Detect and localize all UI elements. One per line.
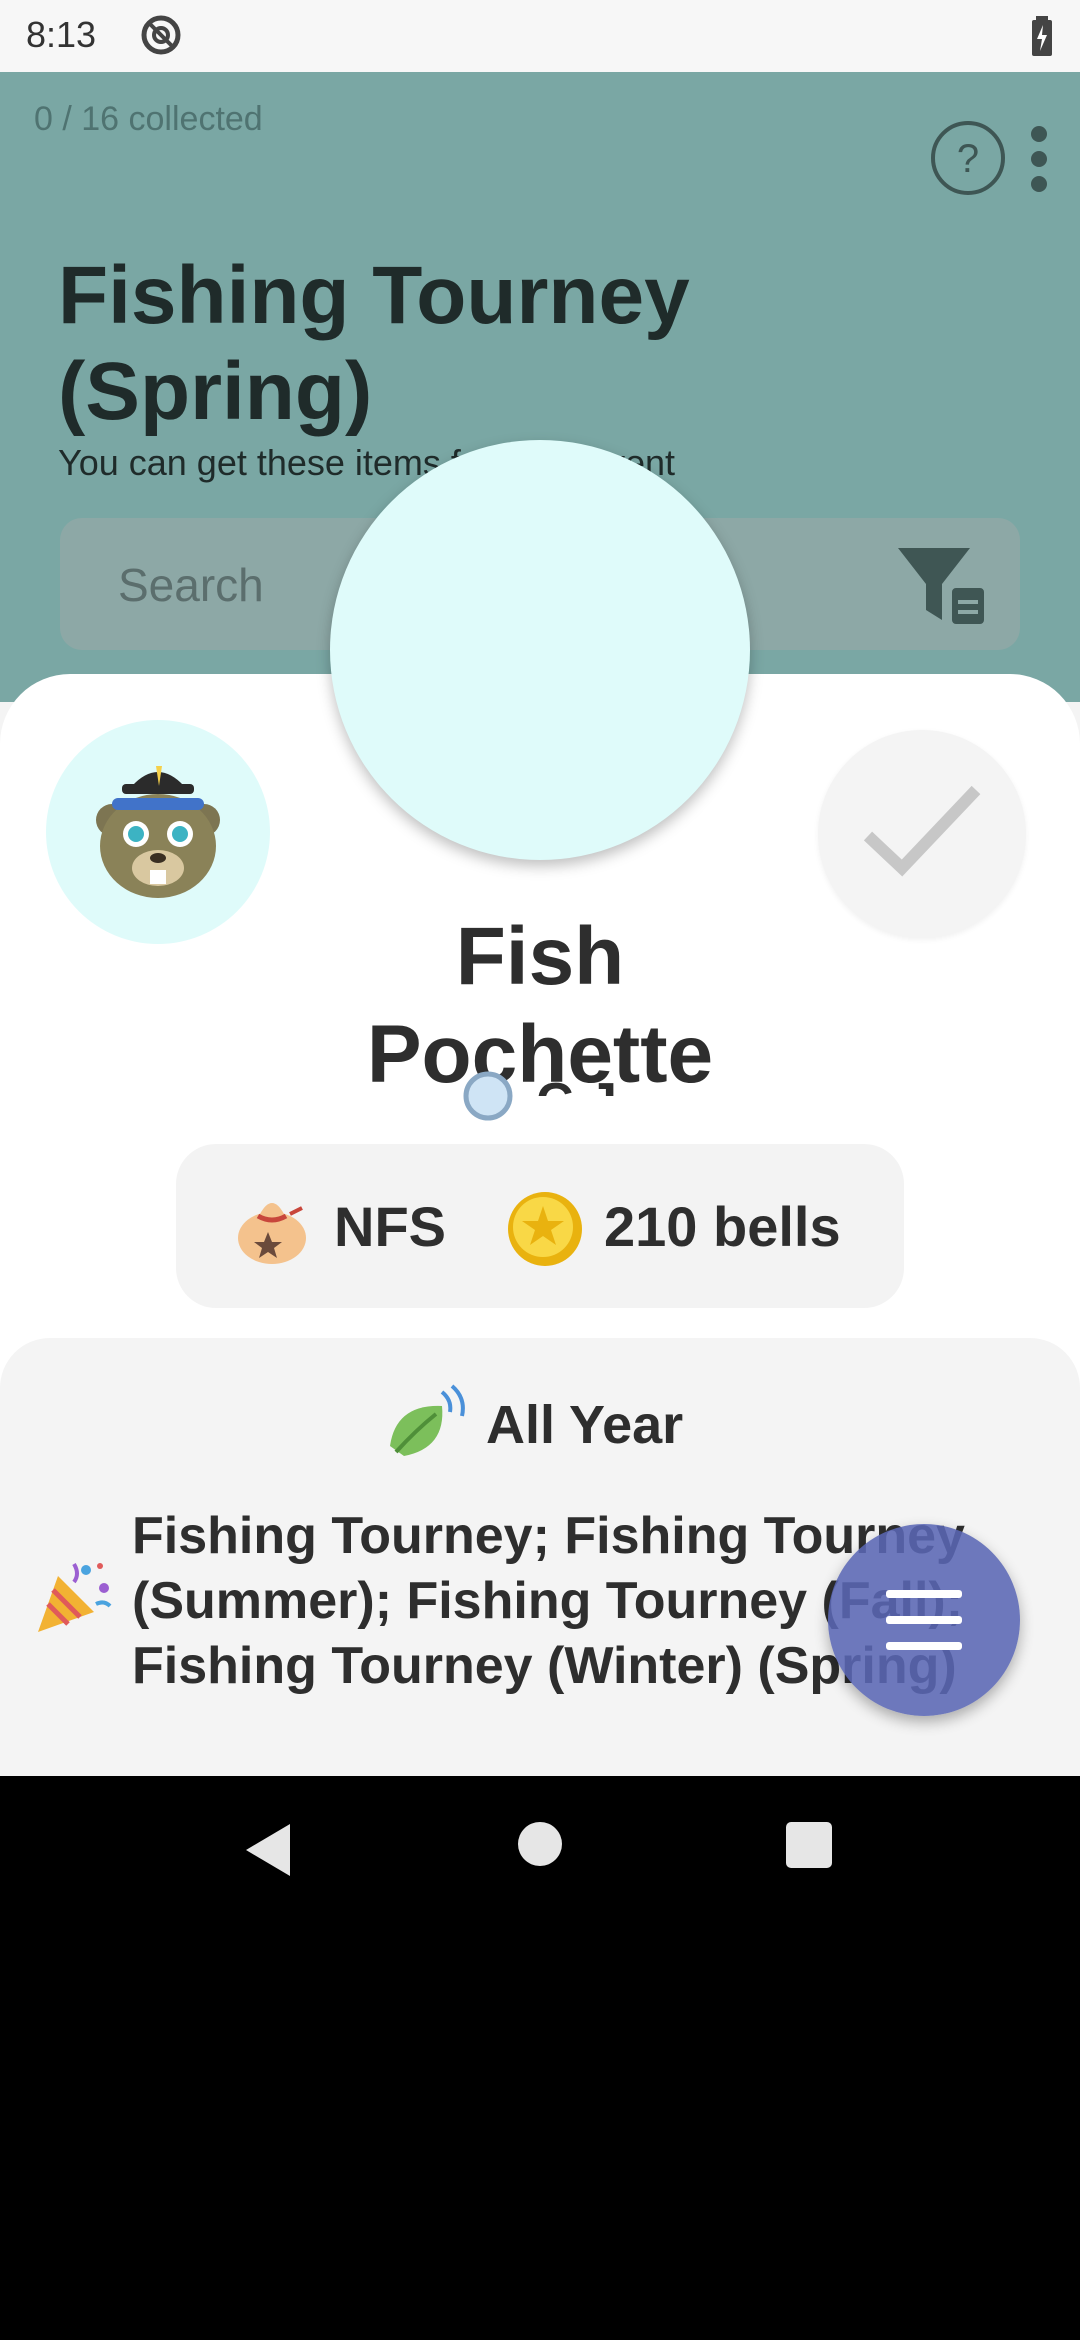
party-popper-icon bbox=[38, 1562, 112, 1632]
filter-icon[interactable] bbox=[898, 544, 988, 628]
cj-villager-icon bbox=[96, 766, 220, 898]
bell-coin-icon bbox=[508, 1192, 582, 1266]
back-icon[interactable] bbox=[240, 1820, 296, 1880]
item-image-circle bbox=[330, 440, 750, 860]
bag-icon bbox=[238, 1203, 306, 1264]
sync-status-icon bbox=[141, 15, 181, 55]
season-label: All Year bbox=[486, 1395, 684, 1455]
more-options-icon[interactable] bbox=[1026, 124, 1052, 194]
sell-price: 210 bells bbox=[604, 1195, 841, 1258]
home-icon[interactable] bbox=[516, 1820, 564, 1868]
page-title: Fishing Tourney (Spring) bbox=[58, 250, 690, 437]
price-card: NFS 210 bells bbox=[176, 1144, 904, 1308]
magnifier-icon bbox=[463, 1071, 513, 1121]
purchase-price: NFS bbox=[334, 1195, 446, 1258]
villager-avatar[interactable] bbox=[46, 720, 270, 944]
collect-check-button[interactable] bbox=[818, 730, 1026, 938]
status-bar: 8:13 bbox=[0, 0, 1080, 72]
navigation-bar bbox=[0, 1776, 1080, 1920]
battery-icon bbox=[1032, 16, 1052, 56]
menu-icon bbox=[886, 1590, 962, 1650]
recent-apps-icon[interactable] bbox=[786, 1822, 832, 1868]
page-subtitle-text: You can get these items f bbox=[58, 442, 461, 483]
check-icon bbox=[863, 785, 981, 877]
svg-text:?: ? bbox=[957, 137, 979, 181]
status-time: 8:13 bbox=[26, 14, 97, 55]
menu-fab[interactable] bbox=[828, 1524, 1020, 1716]
help-icon[interactable]: ? bbox=[930, 120, 1006, 196]
leaf-icon bbox=[390, 1384, 465, 1456]
collected-count: 0 / 16 collected bbox=[34, 100, 263, 138]
